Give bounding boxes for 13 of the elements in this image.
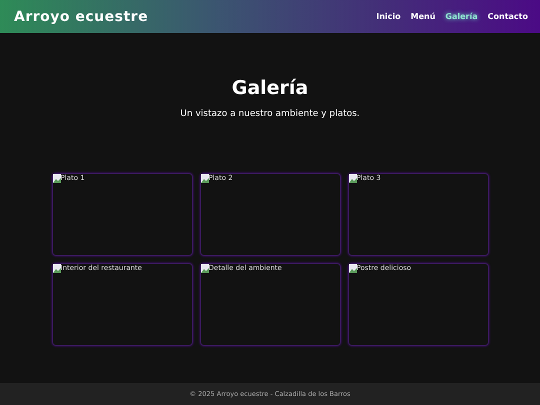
nav-link[interactable]: Menú: [410, 12, 436, 21]
broken-image-icon: [52, 264, 60, 273]
broken-image-icon: [348, 264, 356, 273]
page-subtitle: Un vistazo a nuestro ambiente y platos.: [180, 109, 360, 119]
nav-link[interactable]: Contacto: [488, 12, 528, 21]
page-title: Galería: [232, 77, 308, 99]
site-title: Arroyo ecuestre: [14, 8, 148, 24]
broken-image-icon: [52, 174, 60, 183]
broken-image-icon: [200, 264, 208, 273]
broken-image-icon: [200, 174, 208, 183]
nav-link[interactable]: Inicio: [376, 12, 401, 21]
broken-image-icon: [348, 174, 356, 183]
nav-link[interactable]: Galería: [445, 12, 478, 21]
